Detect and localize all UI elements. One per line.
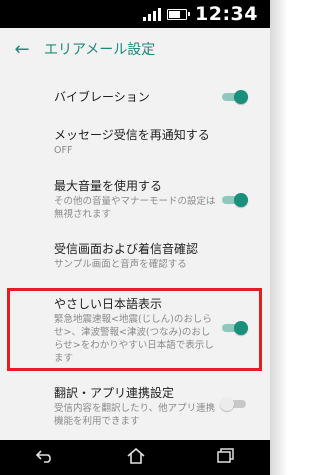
- nav-back-icon[interactable]: [35, 448, 55, 467]
- phone-screen: 12:34 ← エリアメール設定 バイブレーション メッセージ受信を再通知する …: [0, 0, 270, 475]
- max-volume-toggle[interactable]: [222, 193, 248, 207]
- home-icon[interactable]: [126, 447, 146, 468]
- signal-icon: [143, 7, 162, 21]
- app-bar: ← エリアメール設定: [0, 28, 270, 70]
- setting-summary: 受信内容を翻訳したり、他アプリ連携機能を利用できます: [54, 403, 216, 427]
- setting-summary: サンプル画面と音声を確認する: [54, 259, 187, 270]
- navigation-bar: [0, 440, 270, 475]
- setting-preview[interactable]: 受信画面および着信音確認 サンプル画面と音声を確認する: [0, 241, 270, 271]
- setting-title: 受信画面および着信音確認: [54, 242, 199, 256]
- highlight-box: [7, 288, 262, 371]
- status-bar: 12:34: [0, 0, 270, 28]
- battery-icon: [167, 8, 191, 20]
- recents-icon[interactable]: [216, 447, 235, 468]
- status-time: 12:34: [195, 3, 258, 25]
- setting-renotify[interactable]: メッセージ受信を再通知する OFF: [0, 127, 270, 157]
- setting-title: バイブレーション: [54, 90, 150, 104]
- setting-summary: OFF: [54, 145, 73, 156]
- vibration-toggle[interactable]: [222, 90, 248, 104]
- setting-title: 最大音量を使用する: [54, 179, 163, 193]
- setting-title: メッセージ受信を再通知する: [54, 128, 210, 142]
- setting-title: 翻訳・アプリ連携設定: [54, 386, 175, 400]
- arrow-left-icon[interactable]: ←: [0, 39, 44, 60]
- device-edge: [270, 0, 288, 475]
- page-title: エリアメール設定: [44, 42, 156, 58]
- translation-toggle[interactable]: [220, 397, 246, 411]
- setting-summary: その他の音量やマナーモードの設定は無視されます: [54, 196, 216, 220]
